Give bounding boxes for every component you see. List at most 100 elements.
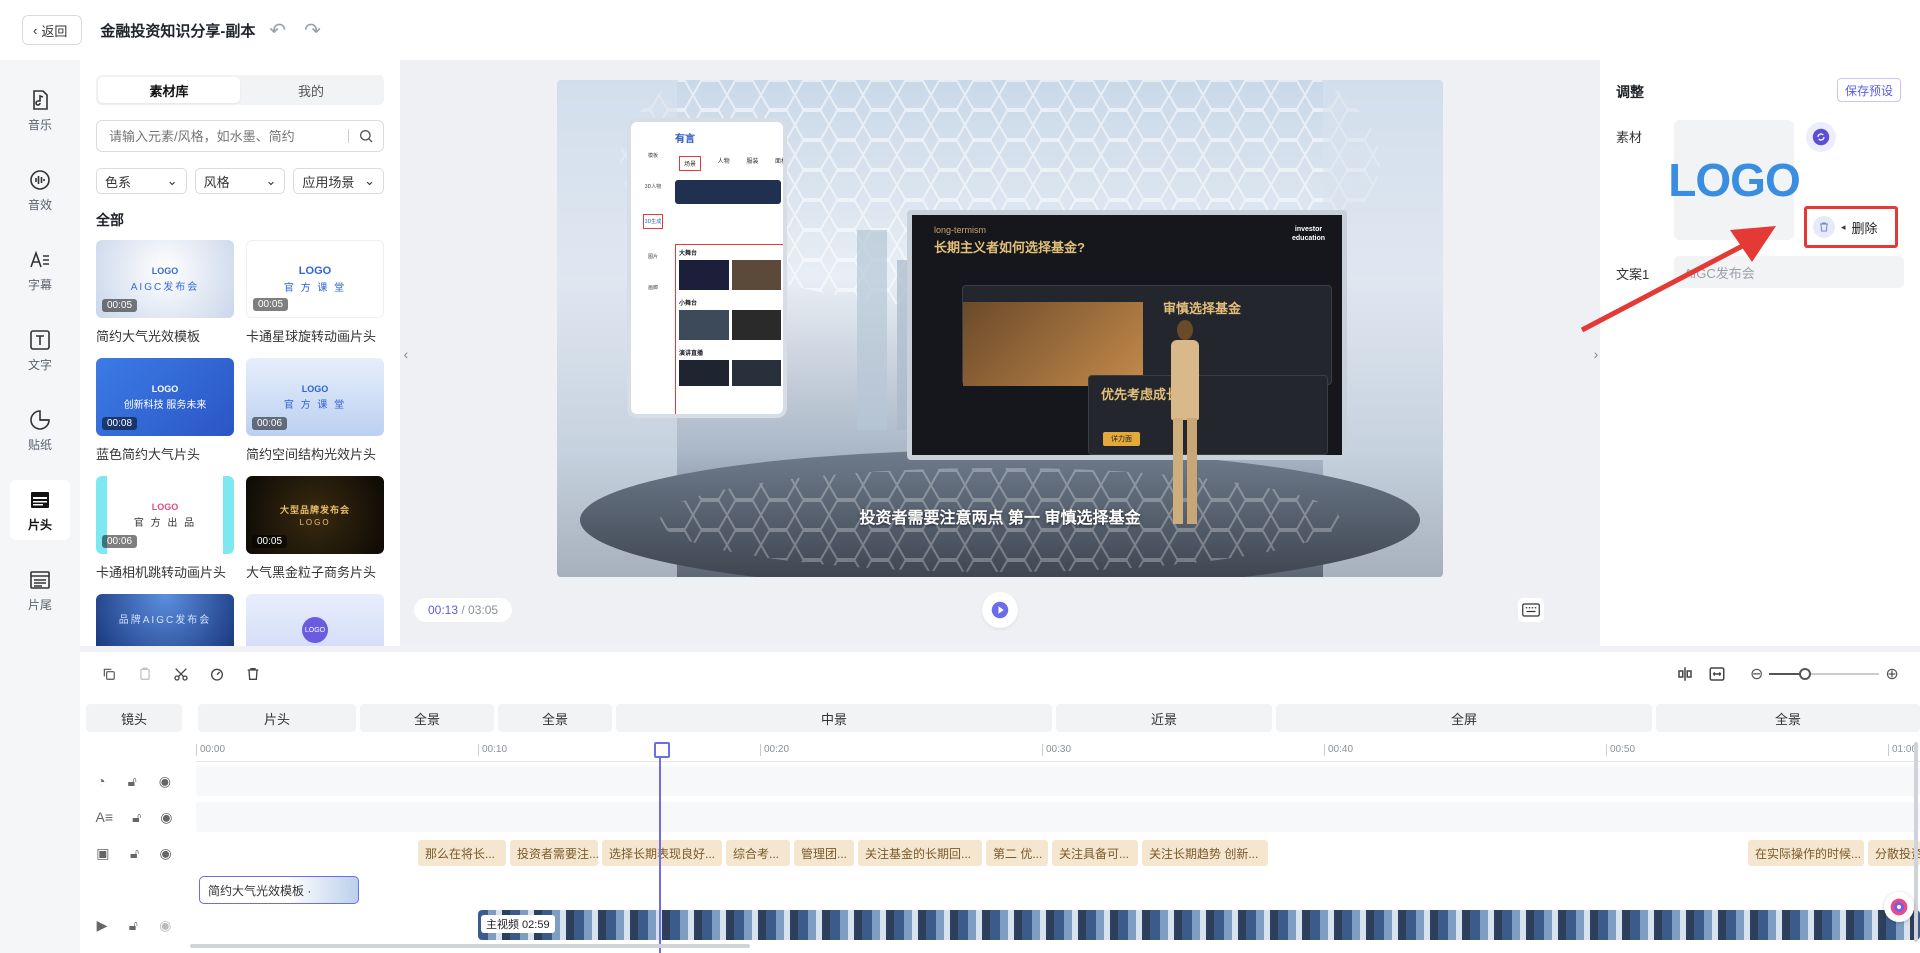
text-segment[interactable]: 选择长期表现良好... — [602, 840, 722, 866]
shot-item[interactable]: 全景 — [1656, 704, 1920, 732]
template-card[interactable]: 大型品牌发布会 LOGO 00:05 大气黑金粒子商务片头 — [246, 476, 384, 581]
zoom-in-icon[interactable]: ⊕ — [1885, 664, 1898, 684]
redo-icon[interactable]: ↷ — [304, 18, 321, 43]
ai-assistant-button[interactable] — [1884, 892, 1914, 922]
filter-color[interactable]: 色系 ⌄ — [96, 168, 187, 194]
eye-icon[interactable]: ◉ — [160, 845, 172, 862]
logo-material[interactable]: LOGO — [1668, 120, 1801, 240]
phone-tab: 服装 — [746, 159, 759, 165]
sticker-icon: ◔ — [97, 773, 106, 789]
lock-icon[interactable]: 🔓︎ — [128, 773, 137, 790]
copy-icon[interactable] — [98, 663, 120, 685]
text-segment[interactable]: 第二 优... — [986, 840, 1048, 866]
nav-item-intro[interactable]: 片头 — [10, 480, 70, 540]
delete-icon[interactable] — [242, 663, 264, 685]
copy-text-input[interactable] — [1674, 256, 1904, 288]
time-tick: 00:30 — [1042, 744, 1071, 756]
text-segment[interactable]: 在实际操作的时候... — [1748, 840, 1864, 866]
nav-item-subtitle[interactable]: 字幕 — [10, 240, 70, 300]
template-card[interactable]: LOGO 官 方 出 品 00:06 卡通相机跳转动画片头 — [96, 476, 234, 581]
text-segment[interactable]: 管理团... — [794, 840, 854, 866]
template-card[interactable]: LOGO 官 方 课 堂 00:06 简约空间结构光效片头 — [246, 358, 384, 463]
track-controls-sticker: ◔ 🔓︎ ◉ — [80, 766, 188, 796]
fit-width-icon[interactable] — [1706, 663, 1728, 685]
text-icon: ▣ — [96, 844, 110, 861]
filter-scene[interactable]: 应用场景 ⌄ — [293, 168, 385, 194]
main-video-track: 主视频 02:59 — [196, 910, 1920, 940]
nav-item-sticker[interactable]: 贴纸 — [10, 400, 70, 460]
lock-icon[interactable]: 🔓︎ — [130, 845, 139, 862]
shot-item[interactable]: 全屏 — [1276, 704, 1652, 732]
search-icon[interactable] — [349, 128, 383, 144]
zoom-slider[interactable] — [1769, 668, 1880, 680]
lock-icon[interactable]: 🔓︎ — [129, 917, 138, 934]
search-input[interactable] — [97, 128, 348, 144]
text-segment[interactable]: 关注长期趋势 创新... — [1142, 840, 1268, 866]
material-label: 素材 — [1616, 130, 1643, 145]
paste-icon[interactable] — [134, 663, 156, 685]
text-segment[interactable]: 关注基金的长期回... — [858, 840, 982, 866]
collapse-left-icon[interactable]: ‹ — [400, 332, 412, 376]
subtitle-toggle-button[interactable] — [1518, 598, 1544, 622]
split-icon[interactable] — [1674, 663, 1696, 685]
chevron-down-icon: ⌄ — [265, 173, 277, 188]
text-segment[interactable]: 分散投资 — [1868, 840, 1920, 866]
thumb-text: AIGC发布会 — [130, 281, 200, 293]
template-card[interactable]: LOGO 创新科技 服务未来 00:08 蓝色简约大气片头 — [96, 358, 234, 463]
zoom-out-icon[interactable]: ⊖ — [1750, 664, 1763, 684]
nav-item-text[interactable]: 文字 — [10, 320, 70, 380]
shot-item[interactable]: 近景 — [1056, 704, 1272, 732]
main-video-clip[interactable]: 主视频 02:59 — [478, 910, 1920, 940]
sticker-track[interactable] — [196, 766, 1920, 796]
shot-item[interactable]: 片头 — [198, 704, 356, 732]
text-track[interactable]: 那么在将长... 投资者需要注... 选择长期表现良好... 综合考... 管理… — [196, 838, 1920, 868]
time-ruler[interactable]: 00:00 00:10 00:20 00:30 00:40 00:50 01:0… — [196, 742, 1920, 762]
shot-item[interactable]: 全景 — [360, 704, 494, 732]
keyboard-icon — [1522, 603, 1540, 617]
template-card[interactable]: LOGO AIGC发布会 00:05 简约大气光效模板 — [96, 240, 234, 345]
horizontal-scrollbar[interactable] — [190, 944, 750, 948]
template-card[interactable]: 品牌AIGC发布会 — [96, 594, 234, 646]
text-segment[interactable]: 关注具备可... — [1052, 840, 1138, 866]
delete-popover[interactable]: ◂ 删除 — [1804, 206, 1898, 248]
template-title: 卡通相机跳转动画片头 — [96, 565, 227, 580]
filter-style[interactable]: 风格 ⌄ — [194, 168, 286, 194]
board-button: 详力面 — [1103, 432, 1140, 446]
replace-material-button[interactable] — [1806, 122, 1836, 152]
thumb-text: 官 方 课 堂 — [283, 282, 347, 294]
template-thumbnail: LOGO 官 方 课 堂 00:05 — [246, 240, 384, 318]
nav-item-outro[interactable]: 片尾 — [10, 560, 70, 620]
back-button[interactable]: ‹ 返回 — [22, 15, 83, 45]
text-segment[interactable]: 综合考... — [726, 840, 790, 866]
tab-mine[interactable]: 我的 — [240, 77, 382, 103]
board-brand: investor — [1294, 226, 1323, 233]
time-tick: 00:10 — [478, 744, 507, 756]
speed-icon[interactable] — [206, 663, 228, 685]
playhead[interactable] — [654, 742, 670, 953]
template-card[interactable]: LOGO — [246, 594, 384, 646]
duration-badge: 00:06 — [102, 535, 138, 548]
eye-icon[interactable]: ◉ — [159, 917, 171, 934]
template-thumbnail: 大型品牌发布会 LOGO 00:05 — [246, 476, 384, 554]
tab-material-library[interactable]: 素材库 — [98, 77, 240, 103]
eye-icon[interactable]: ◉ — [159, 773, 171, 790]
scissors-icon[interactable] — [170, 663, 192, 685]
template-card[interactable]: LOGO 官 方 课 堂 00:05 卡通星球旋转动画片头 — [246, 240, 384, 345]
template-thumbnail: LOGO AIGC发布会 00:05 — [96, 240, 234, 318]
subtitle-track[interactable] — [196, 802, 1920, 832]
undo-icon[interactable]: ↶ — [269, 18, 286, 43]
text-segment[interactable]: 投资者需要注... — [510, 840, 598, 866]
vertical-scrollbar[interactable] — [1914, 742, 1918, 942]
shot-item[interactable]: 中景 — [616, 704, 1052, 732]
video-preview[interactable]: 有言 场景 人物 服装 面材 模板 3D人物 3D生成 图片 画廊 大舞台 小舞… — [557, 80, 1443, 577]
play-button[interactable] — [982, 592, 1018, 628]
trash-icon — [1813, 216, 1835, 238]
eye-icon[interactable]: ◉ — [160, 809, 172, 826]
nav-item-sound-effect[interactable]: 音效 — [10, 160, 70, 220]
shot-item[interactable]: 全景 — [498, 704, 612, 732]
text-segment[interactable]: 那么在将长... — [418, 840, 506, 866]
save-preset-button[interactable]: 保存预设 — [1837, 78, 1902, 102]
nav-item-music[interactable]: 音乐 — [10, 80, 70, 140]
intro-clip[interactable]: 简约大气光效模板 · — [199, 876, 359, 904]
lock-icon[interactable]: 🔓︎ — [132, 809, 141, 826]
